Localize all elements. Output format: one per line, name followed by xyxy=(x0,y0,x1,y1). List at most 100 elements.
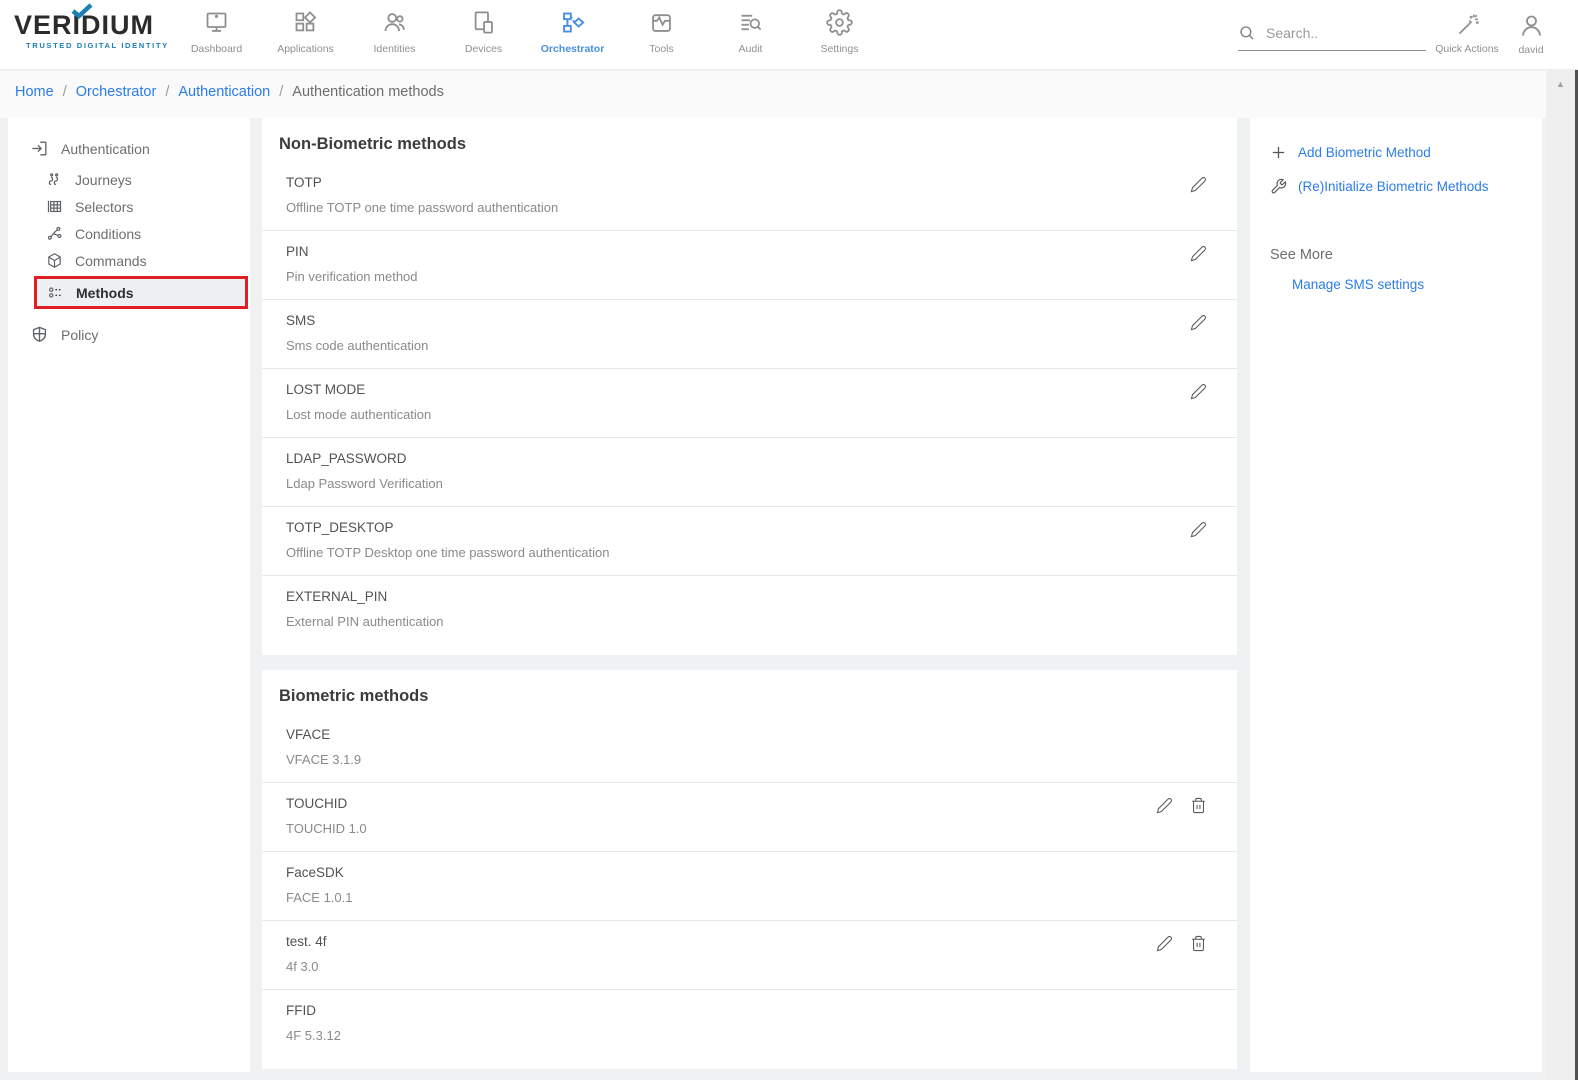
edit-icon[interactable] xyxy=(1190,176,1207,193)
method-title: FaceSDK xyxy=(286,865,1237,880)
method-row-lost-mode[interactable]: LOST MODE Lost mode authentication xyxy=(262,369,1237,438)
search-input[interactable] xyxy=(1266,25,1406,41)
breadcrumb-current: Authentication methods xyxy=(292,84,444,100)
nav-item-devices[interactable]: Devices xyxy=(439,9,528,55)
method-description: Sms code authentication xyxy=(286,338,1237,353)
method-title: LOST MODE xyxy=(286,382,1237,397)
breadcrumb-separator: / xyxy=(63,84,67,100)
sidebar-item-label: Commands xyxy=(75,253,147,269)
breadcrumb-home[interactable]: Home xyxy=(15,84,54,100)
search-bar[interactable] xyxy=(1238,24,1426,51)
orchestrator-icon xyxy=(559,9,586,36)
left-sidebar: Authentication Journeys Selectors Condit… xyxy=(8,118,250,1072)
card-title: Biometric methods xyxy=(262,670,1237,708)
sidebar-item-label: Selectors xyxy=(75,199,133,215)
breadcrumb-authentication[interactable]: Authentication xyxy=(178,84,270,100)
nav-item-audit[interactable]: Audit xyxy=(706,9,795,55)
breadcrumb-separator: / xyxy=(279,84,283,100)
method-row-totp-desktop[interactable]: TOTP_DESKTOP Offline TOTP Desktop one ti… xyxy=(262,507,1237,576)
add-biometric-method-label: Add Biometric Method xyxy=(1298,145,1431,160)
sidebar-section-policy[interactable]: Policy xyxy=(8,315,250,352)
selectors-icon xyxy=(46,198,63,215)
method-title: TOUCHID xyxy=(286,796,1237,811)
method-description: VFACE 3.1.9 xyxy=(286,752,1237,767)
nav-item-label: Orchestrator xyxy=(541,43,605,55)
journeys-icon xyxy=(46,171,63,188)
method-title: test. 4f xyxy=(286,934,1237,949)
sidebar-section-label: Policy xyxy=(61,327,98,343)
plus-icon xyxy=(1270,144,1287,161)
user-menu[interactable]: david xyxy=(1508,12,1554,56)
login-icon xyxy=(30,139,49,158)
method-description: TOUCHID 1.0 xyxy=(286,821,1237,836)
sidebar-item-label: Journeys xyxy=(75,172,132,188)
method-row-external-pin[interactable]: EXTERNAL_PIN External PIN authentication xyxy=(262,576,1237,645)
method-row-vface[interactable]: VFACE VFACE 3.1.9 xyxy=(262,714,1237,783)
edit-icon[interactable] xyxy=(1156,797,1173,814)
nav-item-label: Audit xyxy=(739,43,763,55)
reinitialize-biometric-methods-label: (Re)Initialize Biometric Methods xyxy=(1298,179,1489,194)
add-biometric-method-button[interactable]: Add Biometric Method xyxy=(1270,144,1528,161)
search-icon xyxy=(1238,24,1256,42)
main-navigation: Dashboard Applications Identities xyxy=(172,9,884,55)
logo-checkmark-icon xyxy=(71,3,93,19)
audit-icon xyxy=(737,9,764,36)
dashboard-icon xyxy=(203,9,230,36)
method-title: LDAP_PASSWORD xyxy=(286,451,1237,466)
method-row-ffid[interactable]: FFID 4F 5.3.12 xyxy=(262,990,1237,1059)
method-description: FACE 1.0.1 xyxy=(286,890,1237,905)
method-description: 4f 3.0 xyxy=(286,959,1237,974)
nav-item-orchestrator[interactable]: Orchestrator xyxy=(528,9,617,55)
nav-item-dashboard[interactable]: Dashboard xyxy=(172,9,261,55)
method-row-touchid[interactable]: TOUCHID TOUCHID 1.0 xyxy=(262,783,1237,852)
nav-item-settings[interactable]: Settings xyxy=(795,9,884,55)
method-row-totp[interactable]: TOTP Offline TOTP one time password auth… xyxy=(262,162,1237,231)
settings-icon xyxy=(826,9,853,36)
method-description: Lost mode authentication xyxy=(286,407,1237,422)
edit-icon[interactable] xyxy=(1190,383,1207,400)
edit-icon[interactable] xyxy=(1156,935,1173,952)
method-title: PIN xyxy=(286,244,1237,259)
edit-icon[interactable] xyxy=(1190,521,1207,538)
shield-icon xyxy=(30,325,49,344)
sidebar-item-label: Methods xyxy=(76,285,134,301)
reinitialize-biometric-methods-button[interactable]: (Re)Initialize Biometric Methods xyxy=(1270,178,1528,195)
method-description: Ldap Password Verification xyxy=(286,476,1237,491)
right-action-panel: Add Biometric Method (Re)Initialize Biom… xyxy=(1250,118,1542,1072)
edit-icon[interactable] xyxy=(1190,314,1207,331)
method-description: External PIN authentication xyxy=(286,614,1237,629)
method-row-test-4f[interactable]: test. 4f 4f 3.0 xyxy=(262,921,1237,990)
method-description: Pin verification method xyxy=(286,269,1237,284)
method-row-facesdk[interactable]: FaceSDK FACE 1.0.1 xyxy=(262,852,1237,921)
edit-icon[interactable] xyxy=(1190,245,1207,262)
quick-actions-button[interactable]: Quick Actions xyxy=(1432,12,1502,55)
nav-item-applications[interactable]: Applications xyxy=(261,9,350,55)
breadcrumb-orchestrator[interactable]: Orchestrator xyxy=(76,84,157,100)
commands-icon xyxy=(46,252,63,269)
delete-icon[interactable] xyxy=(1190,797,1207,814)
method-row-pin[interactable]: PIN Pin verification method xyxy=(262,231,1237,300)
sidebar-item-journeys[interactable]: Journeys xyxy=(8,166,250,193)
sidebar-item-selectors[interactable]: Selectors xyxy=(8,193,250,220)
nav-item-tools[interactable]: Tools xyxy=(617,9,706,55)
nav-item-identities[interactable]: Identities xyxy=(350,9,439,55)
sidebar-item-commands[interactable]: Commands xyxy=(8,247,250,274)
method-title: FFID xyxy=(286,1003,1237,1018)
breadcrumb-separator: / xyxy=(165,84,169,100)
sidebar-item-methods[interactable]: Methods xyxy=(34,276,248,309)
scrollbar-up-arrow[interactable]: ▲ xyxy=(1546,70,1575,89)
method-description: 4F 5.3.12 xyxy=(286,1028,1237,1043)
magic-wand-icon xyxy=(1454,12,1480,38)
veridium-logo[interactable]: VERIDIUM TRUSTED DIGITAL IDENTITY xyxy=(14,12,169,50)
top-bar: VERIDIUM TRUSTED DIGITAL IDENTITY Dashbo… xyxy=(0,0,1578,70)
method-row-sms[interactable]: SMS Sms code authentication xyxy=(262,300,1237,369)
sidebar-item-label: Conditions xyxy=(75,226,141,242)
delete-icon[interactable] xyxy=(1190,935,1207,952)
method-row-ldap-password[interactable]: LDAP_PASSWORD Ldap Password Verification xyxy=(262,438,1237,507)
nav-item-label: Settings xyxy=(821,43,859,55)
manage-sms-settings-link[interactable]: Manage SMS settings xyxy=(1292,277,1528,292)
sidebar-section-authentication[interactable]: Authentication xyxy=(8,131,250,166)
page-scrollbar[interactable]: ▲ xyxy=(1546,70,1575,1080)
sidebar-item-conditions[interactable]: Conditions xyxy=(8,220,250,247)
wrench-icon xyxy=(1270,178,1287,195)
